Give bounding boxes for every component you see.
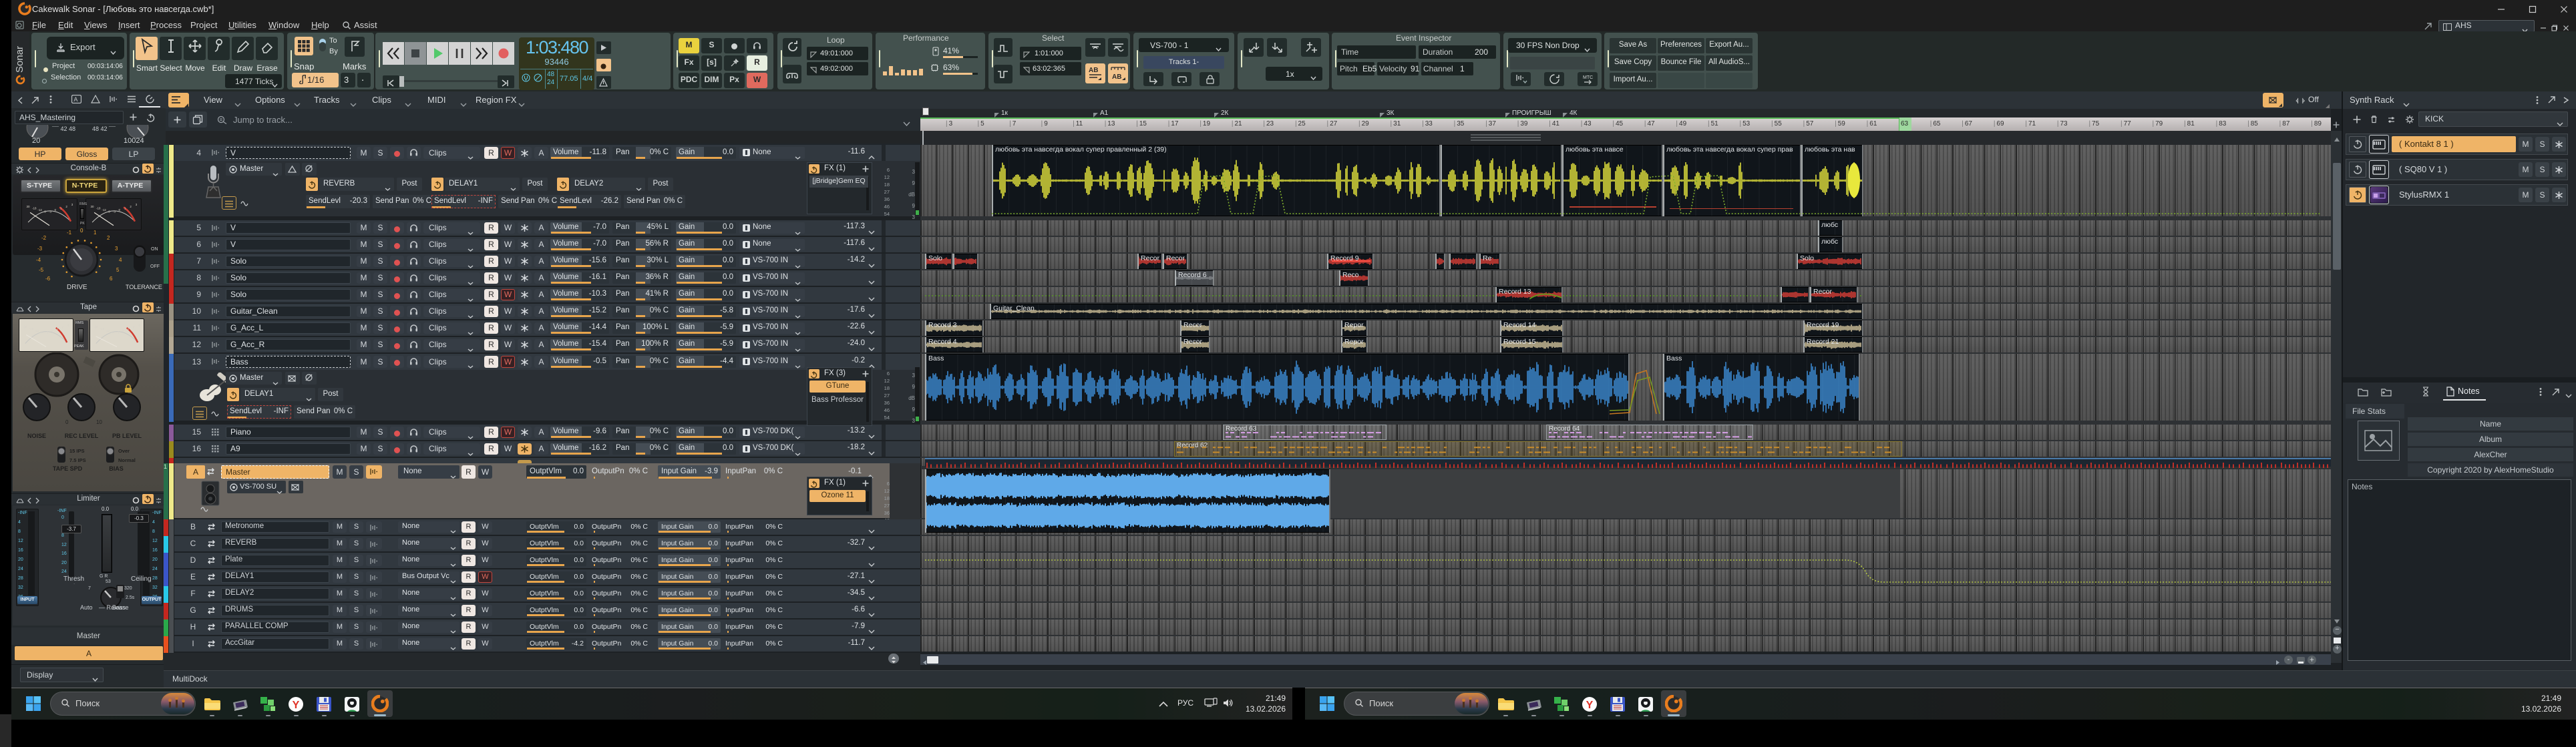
svg-text:-6: -6 (43, 210, 46, 214)
svg-text:A: A (73, 96, 77, 103)
svg-text:-12: -12 (102, 208, 106, 212)
svg-text:2: 2 (130, 205, 132, 208)
svg-text:Y: Y (293, 700, 300, 711)
svg-text:0: 0 (122, 329, 124, 332)
svg-text:0: 0 (51, 329, 53, 332)
svg-text:-12: -12 (106, 329, 110, 332)
svg-text:AB: AB (1112, 73, 1121, 81)
svg-text:30: 30 (91, 205, 95, 208)
svg-text:-6: -6 (108, 210, 110, 214)
svg-text:-18: -18 (96, 206, 101, 210)
svg-text:-3: -3 (45, 331, 48, 334)
svg-text:-3: -3 (116, 331, 119, 334)
svg-text:3: 3 (71, 203, 73, 206)
svg-text:-18: -18 (32, 206, 37, 210)
svg-text:-6: -6 (111, 331, 114, 334)
svg-text:-12: -12 (37, 208, 42, 212)
svg-text:2: 2 (65, 205, 67, 208)
svg-text:-18: -18 (100, 327, 105, 330)
svg-text:0: 0 (119, 208, 121, 212)
svg-text:0: 0 (55, 208, 57, 212)
svg-text:30: 30 (94, 325, 98, 328)
svg-text:2: 2 (133, 325, 135, 328)
svg-text:3: 3 (67, 324, 69, 327)
svg-text:30: 30 (23, 325, 27, 328)
svg-text:3: 3 (136, 203, 138, 206)
svg-text:MTC: MTC (1583, 75, 1593, 80)
svg-text:30: 30 (27, 205, 31, 208)
svg-text:3: 3 (138, 324, 140, 327)
svg-text:-3: -3 (49, 210, 51, 214)
svg-text:Y: Y (1586, 700, 1594, 711)
svg-text:-6: -6 (40, 331, 43, 334)
svg-text:2: 2 (62, 325, 64, 328)
svg-text:-18: -18 (29, 327, 34, 330)
svg-text:-12: -12 (35, 329, 39, 332)
svg-text:AB: AB (1089, 67, 1098, 74)
svg-text:-3: -3 (113, 210, 116, 214)
